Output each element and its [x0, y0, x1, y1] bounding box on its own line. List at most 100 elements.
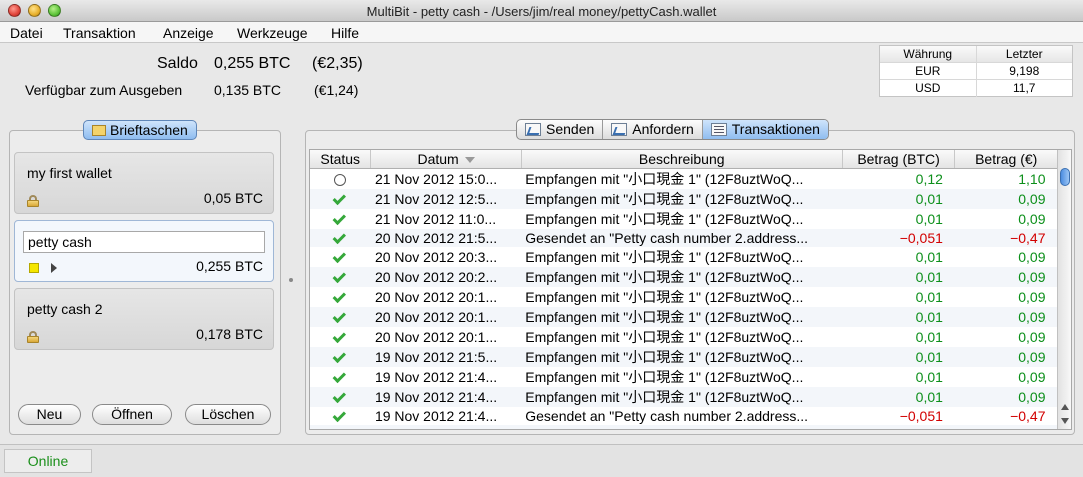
tab-send[interactable]: Senden [517, 120, 604, 139]
date-cell: 19 Nov 2012 21:4... [370, 386, 522, 407]
status-cell [310, 209, 371, 229]
column-header-description-label: Beschreibung [638, 150, 725, 167]
column-header-amount-eur-label: Betrag (€) [975, 150, 1038, 167]
window-title: MultiBit - petty cash - /Users/jim/real … [366, 4, 717, 19]
description-cell: Empfangen mit "小口現金 1" (12F8uztWoQ... [525, 328, 804, 345]
amount-eur-cell: 0,09 [1018, 368, 1046, 385]
amount-eur-cell: 0,09 [954, 266, 1058, 287]
amount-eur-cell: 0,09 [954, 306, 1058, 327]
wallet-name-field[interactable]: petty cash [23, 231, 265, 253]
status-cell [310, 168, 371, 189]
delete-wallet-button[interactable]: Löschen [185, 404, 271, 425]
table-header-row: Status Datum Beschreibung Betrag (BTC) B… [310, 150, 1058, 169]
amount-eur-cell: 0,09 [1018, 288, 1046, 305]
wallet-item[interactable]: petty cash 2 0,178 BTC [14, 288, 274, 350]
amount-btc-cell: 0,01 [842, 386, 955, 407]
description-cell: Empfangen mit "小口現金 1" (12F8uztWoQ... [521, 188, 843, 209]
tab-request[interactable]: Anfordern [603, 120, 703, 139]
menu-anzeige[interactable]: Anzeige [163, 25, 214, 41]
amount-btc-cell: −0,051 [842, 228, 955, 247]
scrollbar-thumb[interactable] [1060, 168, 1070, 186]
new-wallet-button[interactable]: Neu [18, 404, 81, 425]
table-row[interactable]: 21 Nov 2012 15:0... Empfangen mit "小口現金 1… [310, 168, 1058, 189]
menu-datei[interactable]: Datei [10, 25, 43, 41]
column-header-amount-btc-label: Betrag (BTC) [857, 150, 940, 167]
wallet-item[interactable]: my first wallet 0,05 BTC [14, 152, 274, 214]
wallets-tab[interactable]: Brieftaschen [83, 120, 197, 140]
status-cell [310, 386, 371, 407]
table-row[interactable]: 19 Nov 2012 21:4... Empfangen mit "小口現金 1… [310, 386, 1058, 407]
description-cell: Empfangen mit "小口現金 1" (12F8uztWoQ... [521, 306, 843, 327]
table-row[interactable]: 21 Nov 2012 12:5... Empfangen mit "小口現金 1… [310, 188, 1058, 209]
tab-transactions[interactable]: Transaktionen [702, 120, 828, 139]
table-row[interactable]: 20 Nov 2012 20:2... Empfangen mit "小口現金 1… [310, 266, 1058, 287]
table-row[interactable]: 20 Nov 2012 20:1... Empfangen mit "小口現金 1… [310, 287, 1058, 307]
rates-value: 9,198 [1009, 64, 1040, 78]
available-btc: 0,135 BTC [214, 82, 281, 98]
status-cell [310, 266, 371, 287]
column-header-description[interactable]: Beschreibung [521, 150, 843, 169]
available-label: Verfügbar zum Ausgeben [25, 82, 183, 98]
wallets-tab-label: Brieftaschen [110, 122, 188, 138]
confirmed-check-icon [333, 309, 347, 323]
table-row[interactable]: 20 Nov 2012 20:3... Empfangen mit "小口現金 1… [310, 247, 1058, 267]
table-row[interactable]: 19 Nov 2012 21:4... Gesendet an "Petty ca… [310, 407, 1058, 425]
column-header-amount-btc[interactable]: Betrag (BTC) [842, 150, 956, 169]
confirmed-check-icon [333, 249, 347, 263]
description-cell: Empfangen mit "小口現金 1" (12F8uztWoQ... [525, 170, 804, 187]
menu-hilfe[interactable]: Hilfe [331, 25, 359, 41]
rates-header-currency[interactable]: Währung [880, 46, 977, 62]
status-cell [310, 327, 371, 347]
table-row[interactable]: 19 Nov 2012 21:3...Gesendet an "Petty ca… [310, 424, 1058, 429]
wallet-item-selected[interactable]: petty cash 0,255 BTC [14, 220, 274, 282]
confirmed-check-icon [333, 369, 347, 383]
table-row[interactable]: 19 Nov 2012 21:5... Empfangen mit "小口現金 1… [310, 346, 1058, 367]
amount-eur-cell: 0,09 [1018, 210, 1046, 227]
rates-header-last[interactable]: Letzter [977, 46, 1073, 62]
menu-transaktion[interactable]: Transaktion [63, 25, 136, 41]
expand-arrow-icon[interactable] [51, 263, 57, 273]
tab-request-label: Anfordern [632, 121, 694, 137]
date-cell: 20 Nov 2012 20:1... [374, 328, 498, 345]
status-cell [310, 228, 371, 247]
rates-row: USD 11,7 [880, 80, 1072, 97]
date-cell: 19 Nov 2012 21:5... [370, 346, 522, 367]
date-cell: 20 Nov 2012 20:3... [374, 248, 498, 265]
description-cell: Empfangen mit "小口現金 1" (12F8uztWoQ... [521, 346, 843, 367]
wallet-name: petty cash 2 [27, 301, 103, 317]
open-wallet-button[interactable]: Öffnen [92, 404, 172, 425]
amount-eur-cell: 0,09 [954, 346, 1058, 367]
confirmed-check-icon [333, 389, 347, 403]
description-cell: Gesendet an "Petty cash number 2.address… [525, 407, 809, 424]
scroll-down-icon[interactable] [1061, 418, 1069, 424]
vertical-scrollbar[interactable] [1057, 150, 1071, 429]
date-cell: 20 Nov 2012 21:5... [370, 228, 522, 247]
description-cell: Empfangen mit "小口現金 1" (12F8uztWoQ... [525, 210, 804, 227]
date-cell: 19 Nov 2012 21:4... [374, 407, 498, 424]
menu-werkzeuge[interactable]: Werkzeuge [237, 25, 308, 41]
status-cell [310, 367, 371, 387]
column-header-date[interactable]: Datum [370, 150, 522, 169]
amount-btc-cell: 0,01 [842, 346, 955, 367]
column-header-amount-eur[interactable]: Betrag (€) [954, 150, 1058, 169]
transactions-icon [710, 123, 727, 136]
scroll-up-icon[interactable] [1061, 404, 1069, 410]
table-row[interactable]: 19 Nov 2012 21:4... Empfangen mit "小口現金 1… [310, 367, 1058, 387]
column-header-status[interactable]: Status [310, 150, 372, 169]
table-row[interactable]: 21 Nov 2012 11:0... Empfangen mit "小口現金 1… [310, 209, 1058, 229]
status-cell [310, 407, 371, 425]
table-row[interactable]: 20 Nov 2012 20:1... Empfangen mit "小口現金 1… [310, 327, 1058, 347]
tab-send-label: Senden [546, 121, 595, 137]
available-fiat: (€1,24) [314, 82, 359, 98]
date-cell: 21 Nov 2012 15:0... [374, 170, 498, 187]
saldo-label: Saldo [157, 55, 198, 72]
amount-eur-cell: −0,47 [954, 228, 1058, 247]
status-cell [310, 424, 371, 429]
status-cell [310, 188, 371, 209]
wallet-balance: 0,178 BTC [196, 326, 263, 342]
status-cell [310, 247, 371, 267]
split-pane-handle[interactable] [289, 278, 293, 282]
confirmed-check-icon [333, 230, 347, 244]
table-row[interactable]: 20 Nov 2012 21:5... Gesendet an "Petty ca… [310, 228, 1058, 247]
table-row[interactable]: 20 Nov 2012 20:1... Empfangen mit "小口現金 1… [310, 306, 1058, 327]
